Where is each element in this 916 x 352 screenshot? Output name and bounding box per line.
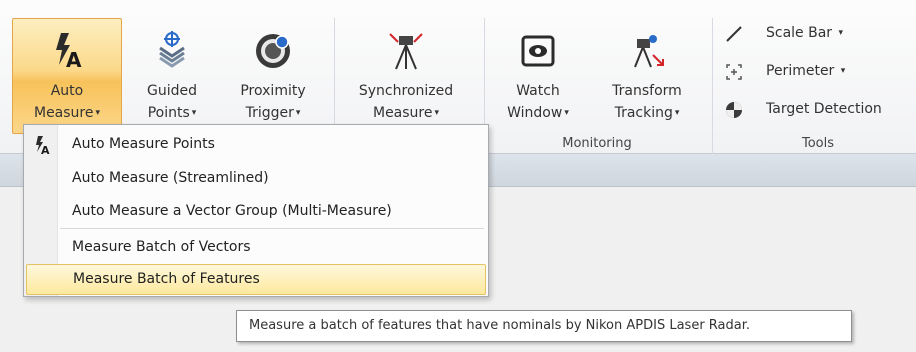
- auto-measure-icon: A: [36, 136, 50, 155]
- target-detection-icon: [726, 102, 742, 118]
- perimeter-button[interactable]: Perimeter ▾: [720, 60, 916, 86]
- menu-item-label: Measure Batch of Vectors: [72, 239, 251, 255]
- proximity-trigger-label-1: Proximity: [240, 83, 306, 99]
- svg-text:A: A: [41, 144, 50, 155]
- title-strip: [0, 0, 916, 8]
- proximity-trigger-icon: [256, 34, 290, 68]
- synchronized-measure-button[interactable]: Synchronized Measure ▾: [340, 18, 472, 134]
- scale-bar-button[interactable]: Scale Bar ▾: [720, 22, 916, 48]
- watch-window-label-2: Window: [507, 105, 563, 121]
- menu-item-measure-batch-vectors[interactable]: Measure Batch of Vectors: [26, 232, 486, 263]
- auto-measure-dropdown-menu: A Auto Measure Points Auto Measure (Stre…: [23, 124, 489, 297]
- chevron-down-icon: ▾: [434, 108, 440, 118]
- group-separator: [712, 18, 713, 154]
- auto-measure-label-2: Measure: [33, 105, 94, 121]
- chevron-down-icon: ▾: [564, 108, 569, 118]
- synchronized-measure-label-2: Measure: [372, 105, 433, 121]
- menu-item-auto-measure-points[interactable]: A Auto Measure Points: [26, 129, 486, 160]
- menu-item-label: Auto Measure (Streamlined): [72, 170, 269, 186]
- proximity-trigger-label-2: Trigger: [245, 105, 294, 121]
- chevron-down-icon: ▾: [840, 66, 846, 76]
- perimeter-icon: [726, 64, 742, 80]
- transform-tracking-button[interactable]: Transform Tracking ▾: [592, 18, 702, 134]
- auto-measure-icon: A: [56, 33, 82, 71]
- menu-item-label: Auto Measure a Vector Group (Multi-Measu…: [72, 203, 392, 219]
- synchronized-measure-icon: [389, 33, 423, 70]
- auto-measure-label-1: Auto: [50, 83, 84, 99]
- menu-item-label: Auto Measure Points: [72, 136, 215, 152]
- guided-points-label-2: Points: [147, 105, 190, 121]
- tooltip: Measure a batch of features that have no…: [236, 310, 852, 342]
- guided-points-button[interactable]: Guided Points ▾: [126, 18, 218, 134]
- svg-text:A: A: [66, 48, 82, 71]
- scale-bar-label: Scale Bar: [766, 25, 833, 41]
- chevron-down-icon: ▾: [838, 28, 844, 38]
- watch-window-label-1: Watch: [516, 83, 560, 99]
- guided-points-icon: [159, 31, 185, 68]
- menu-item-label: Measure Batch of Features: [73, 271, 260, 287]
- menu-separator: [60, 228, 484, 229]
- group-label-monitoring: Monitoring: [562, 136, 632, 151]
- chevron-down-icon: ▾: [95, 108, 101, 118]
- perimeter-label: Perimeter: [766, 63, 835, 79]
- transform-tracking-label-1: Transform: [612, 83, 682, 99]
- transform-tracking-icon: [634, 35, 664, 68]
- chevron-down-icon: ▾: [295, 108, 301, 118]
- guided-points-label-1: Guided: [147, 83, 197, 99]
- chevron-down-icon: ▾: [191, 108, 197, 118]
- group-label-tools: Tools: [801, 136, 835, 151]
- synchronized-measure-label-1: Synchronized: [358, 83, 454, 99]
- auto-measure-button[interactable]: A Auto Measure ▾: [12, 18, 122, 134]
- proximity-trigger-button[interactable]: Proximity Trigger ▾: [222, 18, 324, 134]
- target-detection-label: Target Detection: [766, 101, 882, 117]
- chevron-down-icon: ▾: [674, 108, 680, 118]
- target-detection-button[interactable]: Target Detection: [720, 98, 916, 124]
- watch-window-button[interactable]: Watch Window ▾: [492, 18, 584, 134]
- menu-item-auto-measure-streamlined[interactable]: Auto Measure (Streamlined): [26, 163, 486, 194]
- scale-bar-icon: [726, 26, 742, 42]
- transform-tracking-label-2: Tracking: [614, 105, 673, 121]
- watch-window-icon: [521, 35, 555, 67]
- menu-item-measure-batch-features[interactable]: Measure Batch of Features: [26, 264, 486, 295]
- menu-item-auto-measure-vector-group[interactable]: Auto Measure a Vector Group (Multi-Measu…: [26, 196, 486, 227]
